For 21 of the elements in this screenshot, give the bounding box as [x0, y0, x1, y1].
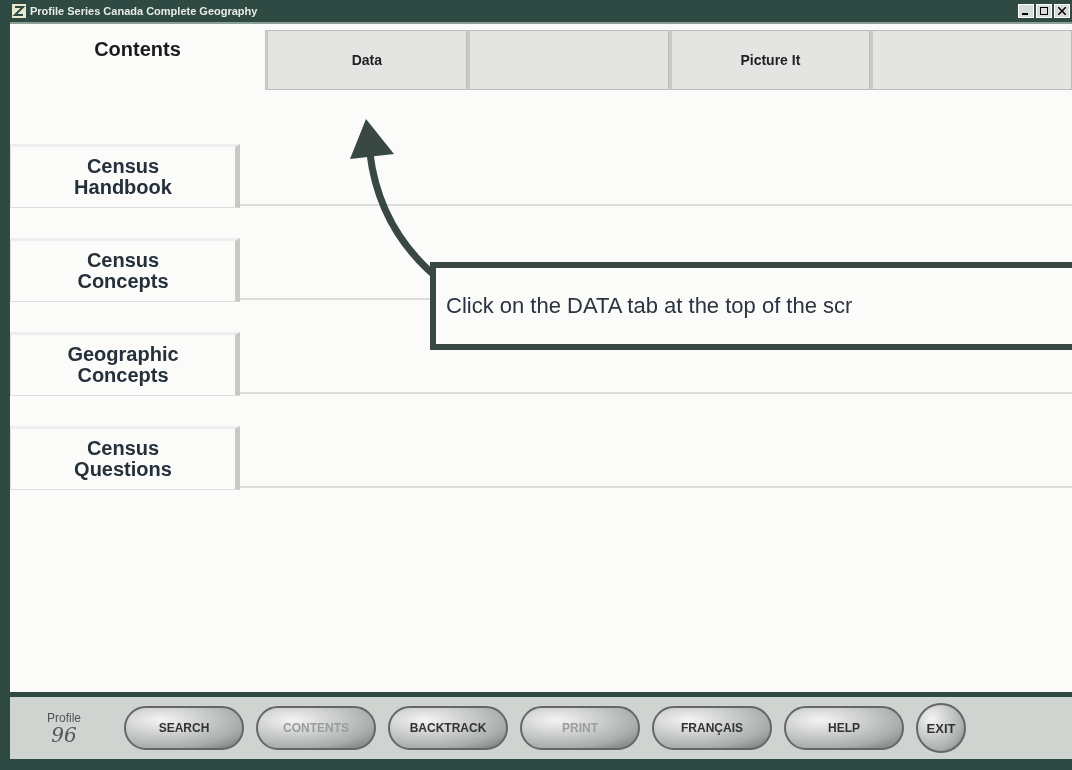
- window-title: Profile Series Canada Complete Geography: [30, 5, 259, 17]
- toolbar-button[interactable]: HELP: [784, 706, 904, 750]
- tab[interactable]: Picture It: [668, 30, 871, 90]
- app-icon: [12, 4, 26, 18]
- close-button[interactable]: [1054, 4, 1070, 18]
- toolbar-button[interactable]: BACKTRACK: [388, 706, 508, 750]
- tab[interactable]: Data: [265, 30, 467, 90]
- maximize-button[interactable]: [1036, 4, 1052, 18]
- toolbar-button[interactable]: SEARCH: [124, 706, 244, 750]
- logo-number: 96: [51, 725, 77, 745]
- callout-text: Click on the DATA tab at the top of the scr: [446, 293, 853, 319]
- minimize-button[interactable]: [1018, 4, 1034, 18]
- side-tab[interactable]: Census Concepts: [10, 238, 240, 302]
- side-tab[interactable]: Geographic Concepts: [10, 332, 240, 396]
- side-tab[interactable]: Census Questions: [10, 426, 240, 490]
- side-tab[interactable]: Census Handbook: [10, 144, 240, 208]
- logo-text: Profile: [47, 711, 81, 725]
- toolbar-button[interactable]: EXIT: [916, 703, 966, 753]
- close-icon: [1058, 7, 1066, 15]
- toolbar-button[interactable]: FRANÇAIS: [652, 706, 772, 750]
- maximize-icon: [1040, 7, 1048, 15]
